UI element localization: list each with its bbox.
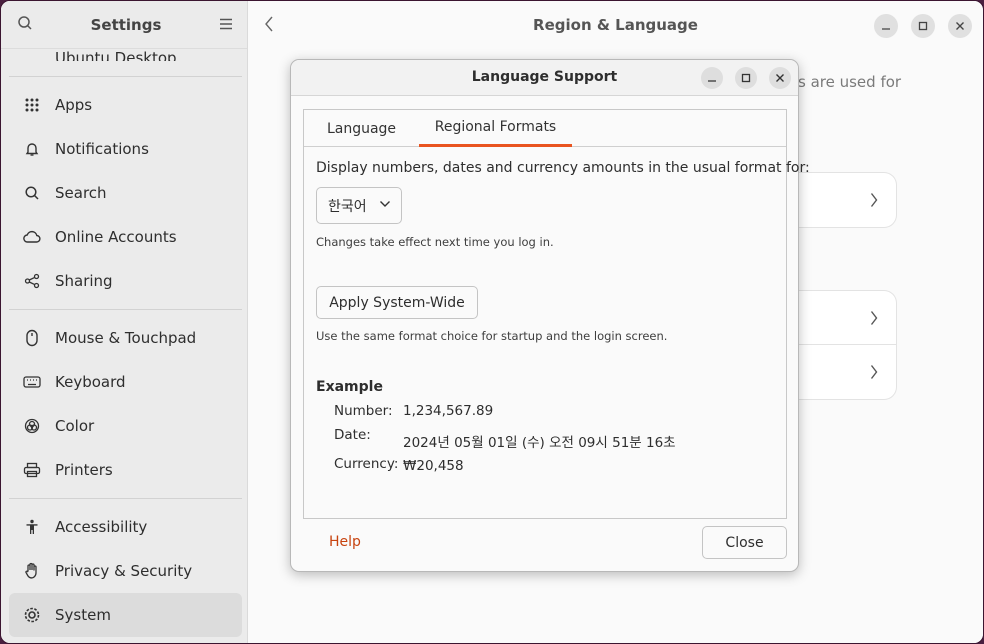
sidebar-separator: [9, 309, 242, 310]
sidebar-item-mouse-touchpad[interactable]: Mouse & Touchpad: [9, 316, 242, 360]
sidebar-item-label: Online Accounts: [55, 228, 177, 246]
menu-icon[interactable]: [219, 15, 233, 34]
sidebar-item-label: Search: [55, 184, 107, 202]
format-prompt: Display numbers, dates and currency amou…: [316, 160, 810, 176]
sidebar-item-online-accounts[interactable]: Online Accounts: [9, 215, 242, 259]
sidebar-item-privacy-security[interactable]: Privacy & Security: [9, 549, 242, 593]
example-date-value: 2024년 05월 01일 (수) 오전 09시 51분 16초: [403, 435, 676, 451]
apps-grid-icon: [23, 96, 41, 114]
example-currency-value: ₩20,458: [403, 458, 464, 474]
search-icon[interactable]: [17, 15, 33, 35]
maximize-icon: [918, 21, 928, 31]
printer-icon: [23, 461, 41, 479]
minimize-icon: [882, 28, 890, 30]
sidebar-item-label: Printers: [55, 461, 113, 479]
keyboard-icon: [23, 373, 41, 391]
example-number-row: Number: 1,234,567.89: [334, 403, 493, 419]
bell-icon: [23, 140, 41, 158]
dialog-minimize-button[interactable]: [701, 67, 723, 89]
sidebar-title: Settings: [90, 15, 162, 34]
close-icon: [776, 74, 784, 82]
sidebar-item-notifications[interactable]: Notifications: [9, 127, 242, 171]
close-window-button[interactable]: [948, 14, 972, 38]
sidebar-item-label: Keyboard: [55, 373, 126, 391]
sidebar-item-label: Sharing: [55, 272, 113, 290]
chevron-right-icon: [870, 193, 878, 207]
settings-window: Ubuntu Desktop Apps Notifications Search…: [0, 0, 984, 644]
sidebar-separator: [9, 498, 242, 499]
format-combobox[interactable]: 한국어: [316, 187, 402, 224]
tab-regional-formats[interactable]: Regional Formats: [419, 110, 572, 147]
sidebar-item-accessibility[interactable]: Accessibility: [9, 505, 242, 549]
language-support-dialog: Language Support Language Regional Forma…: [290, 59, 810, 572]
sidebar: Ubuntu Desktop Apps Notifications Search…: [1, 1, 248, 643]
sidebar-item-label: Apps: [55, 96, 93, 114]
dialog-header: Language Support: [291, 60, 798, 96]
sidebar-item-color[interactable]: Color: [9, 404, 242, 448]
dialog-close-button[interactable]: [769, 67, 791, 89]
mouse-icon: [23, 329, 41, 347]
sidebar-item-search[interactable]: Search: [9, 171, 242, 215]
example-title: Example: [316, 379, 383, 395]
dialog-maximize-button[interactable]: [735, 67, 757, 89]
gear-icon: [23, 606, 41, 624]
sidebar-item-printers[interactable]: Printers: [9, 448, 242, 492]
sidebar-item-label: Color: [55, 417, 95, 435]
example-number-label: Number:: [334, 403, 393, 419]
sidebar-separator: [9, 76, 242, 77]
minimize-button[interactable]: [874, 14, 898, 38]
close-icon: [956, 22, 964, 30]
minimize-icon: [708, 80, 716, 82]
color-icon: [23, 417, 41, 435]
page-title: Region & Language: [533, 16, 698, 34]
example-date-row: Date: 2024년 05월 01일 (수) 오전 09시 51분 16초: [334, 427, 676, 451]
close-button[interactable]: Close: [702, 526, 787, 559]
example-currency-label: Currency:: [334, 456, 399, 472]
sidebar-item-label: Ubuntu Desktop: [55, 49, 177, 61]
apply-system-wide-button[interactable]: Apply System-Wide: [316, 286, 478, 319]
sidebar-item-sharing[interactable]: Sharing: [9, 259, 242, 303]
sidebar-item-keyboard[interactable]: Keyboard: [9, 360, 242, 404]
chevron-down-icon: [380, 201, 390, 207]
main-header: Region & Language: [248, 1, 983, 49]
sidebar-item-label: Accessibility: [55, 518, 148, 536]
tab-language[interactable]: Language: [304, 110, 419, 147]
hand-icon: [23, 562, 41, 580]
sidebar-item-label: System: [55, 606, 111, 624]
background-description: s are used for: [798, 73, 902, 91]
format-selected-value: 한국어: [328, 198, 367, 215]
chevron-right-icon: [870, 365, 878, 379]
sidebar-item-label: Notifications: [55, 140, 149, 158]
share-icon: [23, 272, 41, 290]
tab-bar: Language Regional Formats: [304, 110, 786, 147]
tab-notebook: Language Regional Formats Display number…: [303, 109, 810, 519]
sidebar-item-apps[interactable]: Apps: [9, 83, 242, 127]
logout-note: Changes take effect next time you log in…: [316, 235, 554, 249]
example-number-value: 1,234,567.89: [403, 403, 494, 419]
sidebar-item-label: Mouse & Touchpad: [55, 329, 197, 347]
search-icon: [23, 184, 41, 202]
help-link[interactable]: Help: [329, 534, 361, 550]
sidebar-list: Ubuntu Desktop Apps Notifications Search…: [9, 31, 242, 637]
sidebar-item-system[interactable]: System: [9, 593, 242, 637]
example-date-label: Date:: [334, 427, 371, 443]
accessibility-icon: [23, 518, 41, 536]
example-currency-row: Currency: ₩20,458: [334, 456, 464, 474]
system-wide-note: Use the same format choice for startup a…: [316, 329, 668, 343]
chevron-right-icon: [870, 310, 878, 325]
sidebar-header: Settings: [1, 1, 247, 49]
maximize-icon: [741, 73, 751, 83]
sidebar-item-label: Privacy & Security: [55, 562, 193, 580]
cloud-icon: [23, 228, 41, 246]
maximize-button[interactable]: [911, 14, 935, 38]
